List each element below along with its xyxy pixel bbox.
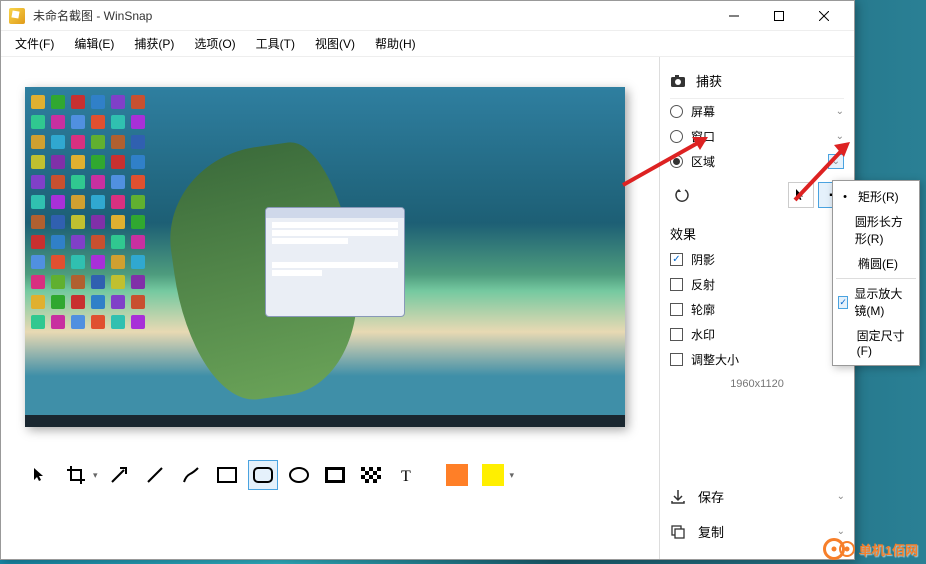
minimize-button[interactable] (711, 2, 756, 30)
save-button[interactable]: 保存 ⌄ (670, 479, 845, 514)
region-menu-4[interactable]: 固定尺寸(F) (836, 323, 916, 362)
region-menu-3[interactable]: ✓显示放大镜(M) (836, 281, 916, 323)
menu-选项o[interactable]: 选项(O) (184, 31, 245, 56)
crop-tool[interactable] (61, 460, 91, 490)
close-button[interactable] (801, 2, 846, 30)
effects-header: 效果 (670, 216, 844, 247)
text-tool[interactable]: T (392, 460, 422, 490)
menu-编辑e[interactable]: 编辑(E) (64, 31, 124, 56)
annotation-arrow-2 (790, 135, 860, 205)
copy-icon (670, 524, 686, 540)
svg-text:T: T (401, 468, 411, 483)
blur-tool[interactable] (356, 460, 386, 490)
menu-文件f[interactable]: 文件(F) (5, 31, 64, 56)
save-icon (670, 489, 686, 505)
effect-watermark[interactable]: 水印⌄ (670, 322, 844, 347)
region-menu-2[interactable]: 椭圆(E) (836, 251, 916, 276)
window-title: 未命名截图 - WinSnap (33, 7, 711, 24)
menu-视图v[interactable]: 视图(V) (305, 31, 365, 56)
copy-button[interactable]: 复制 ⌄ (670, 514, 845, 549)
effect-resize[interactable]: 调整大小⌄ (670, 347, 844, 372)
pencil-tool[interactable] (176, 460, 206, 490)
rect-outline-tool[interactable] (212, 460, 242, 490)
menu-工具t[interactable]: 工具(T) (246, 31, 305, 56)
menu-捕获p[interactable]: 捕获(P) (124, 31, 184, 56)
effect-reflect[interactable]: 反射 (670, 272, 844, 297)
ellipse-tool[interactable] (284, 460, 314, 490)
capture-screen[interactable]: 屏幕⌄ (670, 99, 844, 124)
cursor-tool[interactable] (25, 460, 55, 490)
annotation-arrow-1 (618, 130, 718, 190)
line-tool[interactable] (140, 460, 170, 490)
region-shape-menu[interactable]: •矩形(R)圆形长方形(R)椭圆(E)✓显示放大镜(M)固定尺寸(F) (832, 180, 920, 366)
effect-shadow[interactable]: ✓阴影⌄ (670, 247, 844, 272)
app-icon (9, 8, 25, 24)
color-orange[interactable] (442, 460, 472, 490)
dimensions-label: 1960x1120 (670, 372, 844, 414)
maximize-button[interactable] (756, 2, 801, 30)
screenshot-preview[interactable] (25, 87, 625, 427)
color-yellow[interactable] (478, 460, 508, 490)
roundrect-tool[interactable] (248, 460, 278, 490)
region-menu-1[interactable]: 圆形长方形(R) (836, 209, 916, 251)
menu-帮助h[interactable]: 帮助(H) (365, 31, 426, 56)
highlight-tool[interactable] (320, 460, 350, 490)
watermark-logo: 单机1佰网 (823, 538, 918, 560)
effect-outline[interactable]: 轮廓⌄ (670, 297, 844, 322)
capture-header: 捕获 (696, 71, 722, 90)
arrow-tool[interactable] (104, 460, 134, 490)
camera-icon (670, 73, 686, 89)
